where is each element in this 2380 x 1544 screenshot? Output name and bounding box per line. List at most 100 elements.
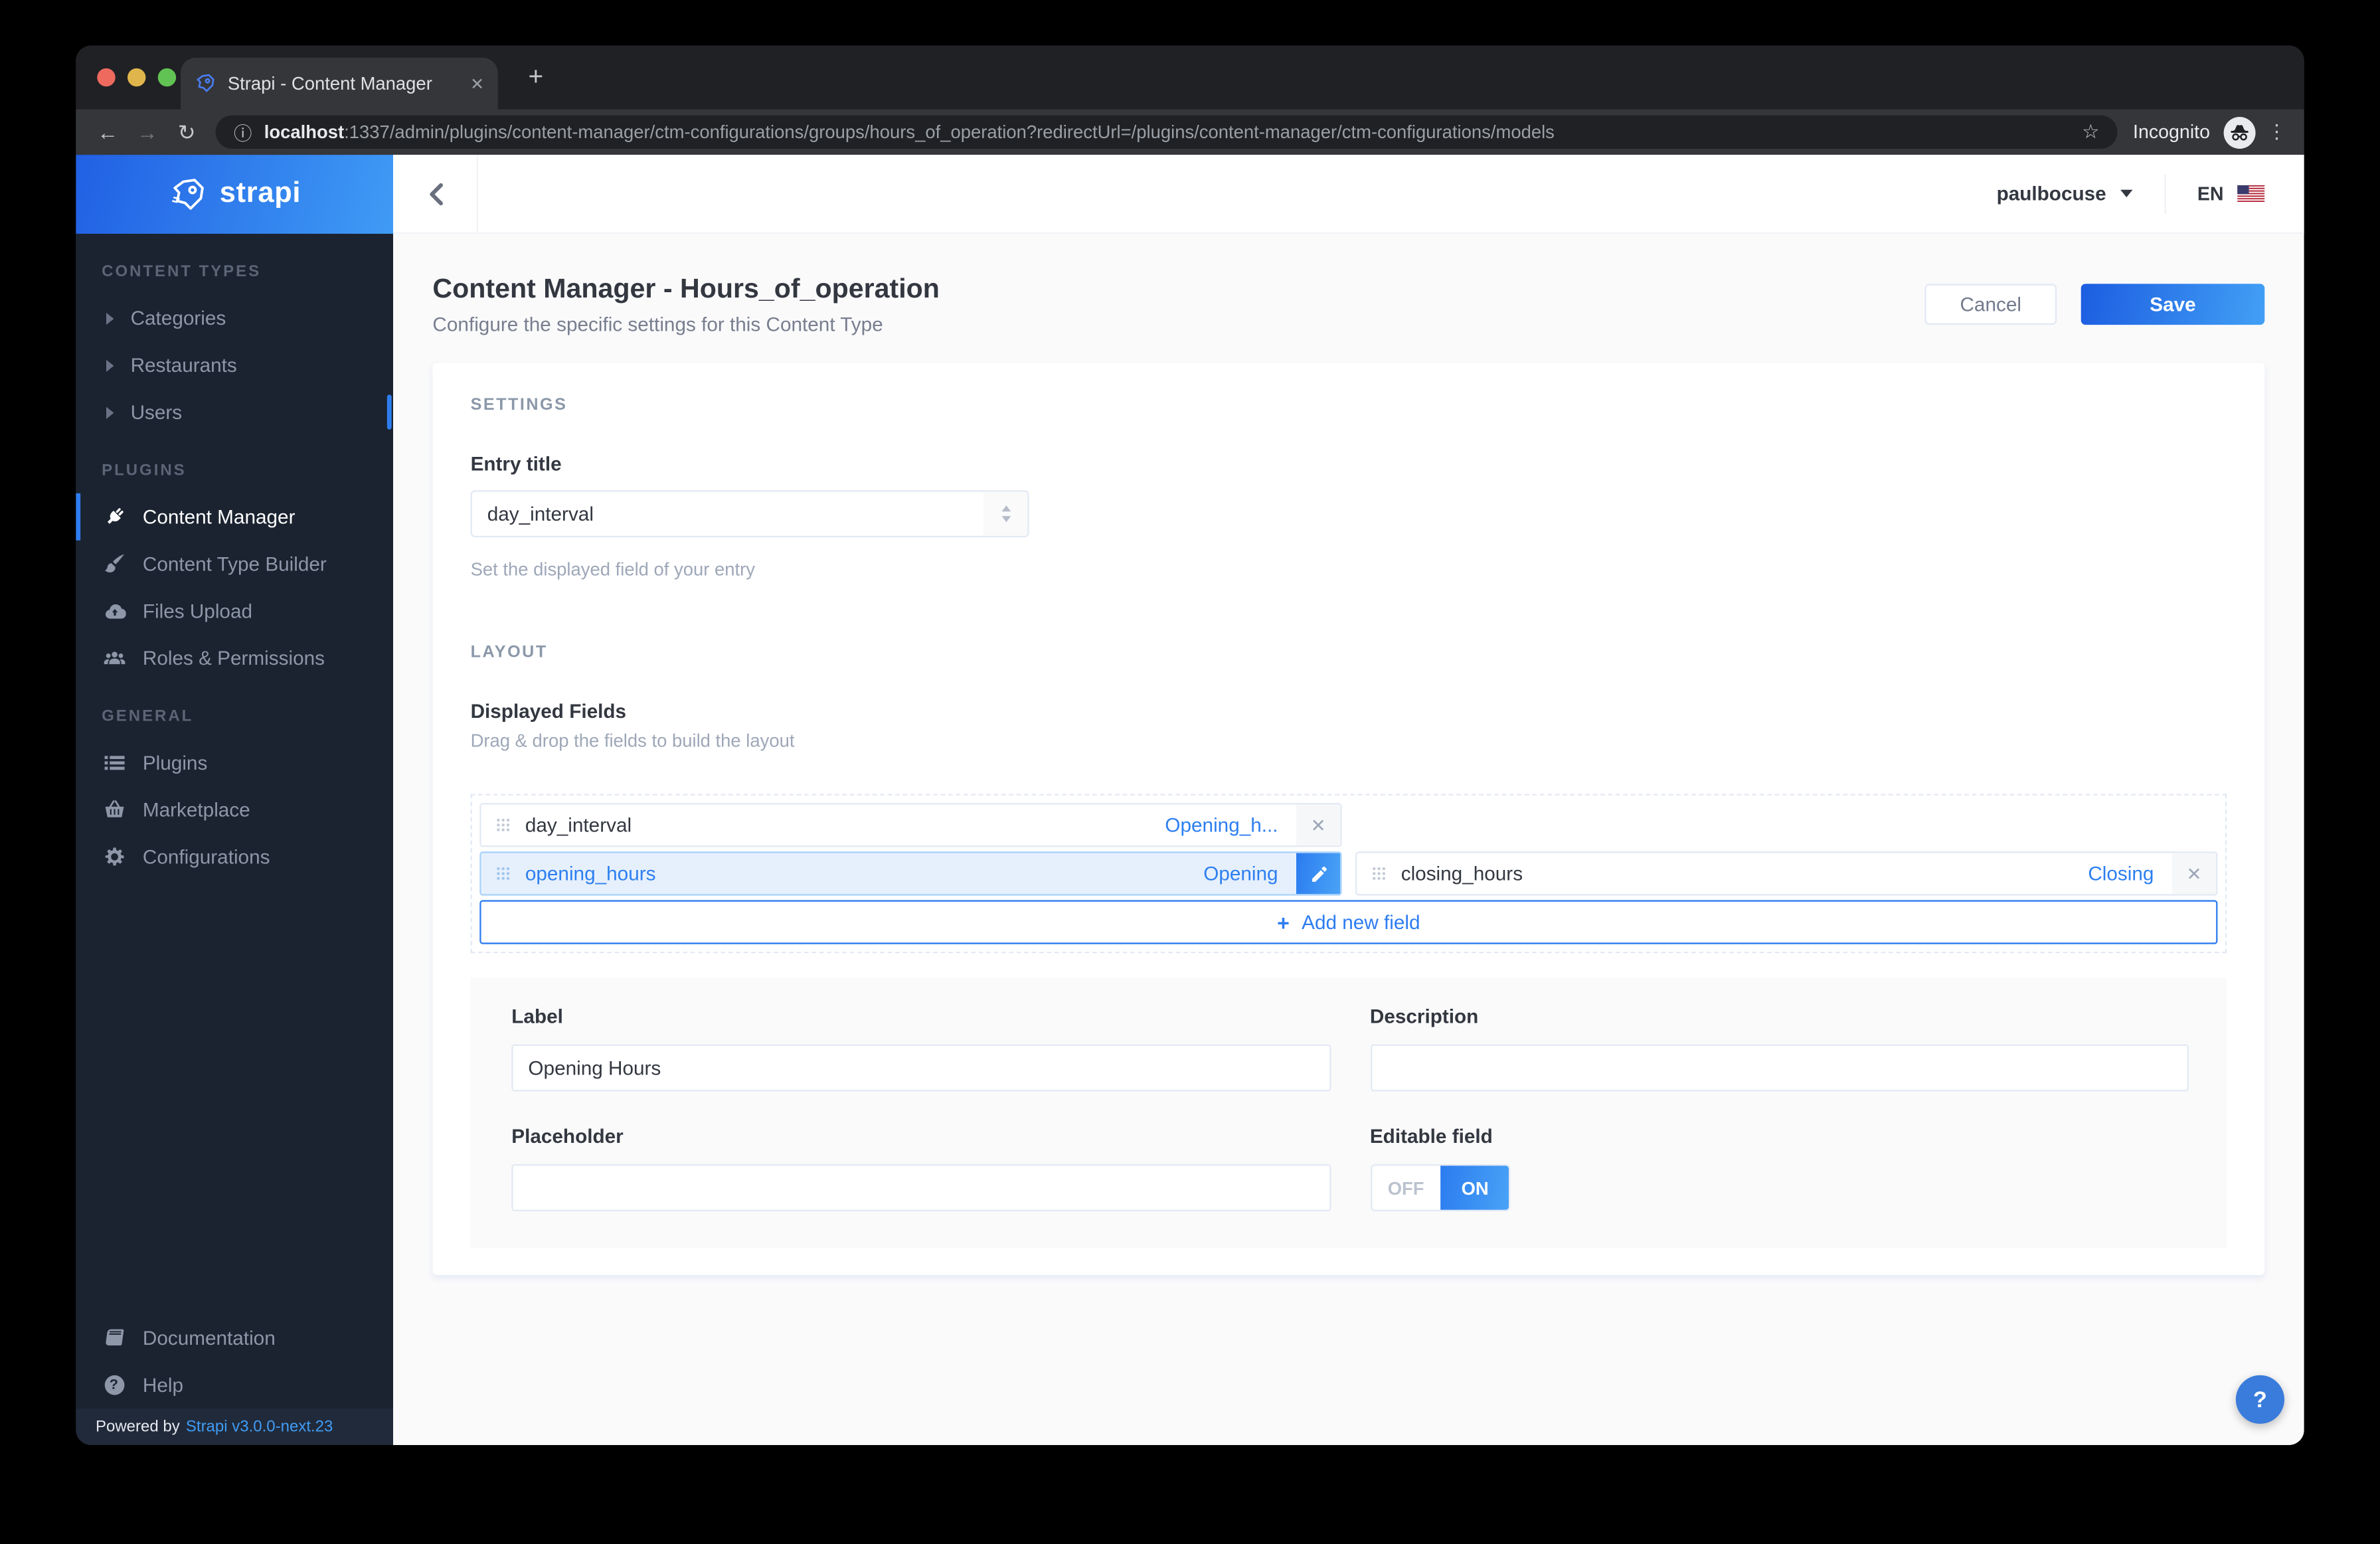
- edit-field-button[interactable]: [1296, 853, 1341, 895]
- screen: Strapi - Content Manager ✕ + ← → ↻ ⓘ loc…: [0, 0, 2380, 1544]
- main-area: paulbocuse EN Content Manager - Hours_of…: [392, 155, 2304, 1445]
- sidebar-item-categories[interactable]: Categories: [76, 294, 393, 341]
- strapi-wordmark: strapi: [219, 177, 301, 210]
- caret-right-icon: [106, 359, 114, 371]
- url-host: localhost: [264, 121, 345, 143]
- section-title-content-types: CONTENT TYPES: [102, 262, 262, 281]
- add-new-field-button[interactable]: + Add new field: [479, 900, 2218, 944]
- add-new-field-label: Add new field: [1302, 910, 1420, 934]
- new-tab-button[interactable]: +: [519, 60, 552, 94]
- chevron-down-icon: [2120, 189, 2132, 198]
- plug-icon: [102, 505, 126, 528]
- caret-right-icon: [106, 406, 114, 418]
- field-name: opening_hours: [525, 862, 656, 885]
- sidebar: strapi CONTENT TYPES Categories Restaura…: [76, 155, 393, 1445]
- plus-icon: +: [1277, 910, 1290, 934]
- field-settings-panel: Label Description Placeholder: [470, 977, 2227, 1248]
- sidebar-bottom: Documentation ? Help Powered by Strapi v…: [76, 1314, 393, 1445]
- entry-title-select[interactable]: day_interval: [470, 490, 1029, 538]
- sidebar-item-users[interactable]: Users: [76, 388, 393, 436]
- address-bar[interactable]: ⓘ localhost:1337/admin/plugins/content-m…: [215, 115, 2118, 149]
- field-tag: Closing: [2088, 862, 2154, 885]
- sidebar-item-content-type-builder[interactable]: Content Type Builder: [76, 541, 393, 588]
- caret-right-icon: [106, 311, 114, 324]
- entry-title-help: Set the displayed field of your entry: [470, 558, 756, 580]
- drag-handle-icon[interactable]: [481, 853, 525, 895]
- powered-by: Powered by Strapi v3.0.0-next.23: [76, 1409, 393, 1445]
- tab-close-icon[interactable]: ✕: [470, 74, 484, 93]
- description-field-label: Description: [1369, 1005, 1479, 1028]
- field-box-closing-hours[interactable]: closing_hours Closing ✕: [1355, 851, 2218, 896]
- sidebar-item-files-upload[interactable]: Files Upload: [76, 588, 393, 635]
- page-content: Content Manager - Hours_of_operation Con…: [393, 234, 2304, 1445]
- sidebar-item-configurations[interactable]: Configurations: [76, 833, 393, 881]
- toggle-off-option[interactable]: OFF: [1371, 1165, 1440, 1209]
- description-input[interactable]: [1369, 1044, 2189, 1092]
- sidebar-item-label: Content Type Builder: [142, 552, 327, 576]
- user-menu[interactable]: paulbocuse: [1997, 182, 2132, 205]
- field-box-day-interval[interactable]: day_interval Opening_h... ✕: [479, 803, 1342, 847]
- sidebar-item-help[interactable]: ? Help: [76, 1361, 393, 1409]
- displayed-fields-title: Displayed Fields: [470, 699, 627, 723]
- sidebar-item-documentation[interactable]: Documentation: [76, 1314, 393, 1361]
- chevron-left-icon: [426, 181, 444, 206]
- us-flag-icon: [2237, 185, 2265, 202]
- field-name: day_interval: [525, 814, 632, 837]
- strapi-version-link[interactable]: Strapi v3.0.0-next.23: [186, 1418, 333, 1436]
- browser-menu-icon[interactable]: ⋮: [2262, 120, 2292, 145]
- minimize-window-button[interactable]: [127, 68, 146, 87]
- settings-section-title: SETTINGS: [470, 396, 568, 414]
- displayed-fields-help: Drag & drop the fields to build the layo…: [470, 730, 795, 752]
- help-fab-button[interactable]: ?: [2235, 1375, 2284, 1424]
- forward-icon[interactable]: →: [128, 120, 167, 145]
- sidebar-item-label: Content Manager: [142, 505, 296, 529]
- sidebar-item-label: Marketplace: [142, 798, 250, 821]
- tab-title: Strapi - Content Manager: [227, 72, 432, 94]
- sidebar-item-label: Plugins: [142, 751, 208, 774]
- back-icon[interactable]: ←: [88, 120, 128, 145]
- remove-field-icon[interactable]: ✕: [1296, 804, 1341, 846]
- site-info-icon[interactable]: ⓘ: [234, 119, 252, 145]
- sidebar-item-label: Configurations: [142, 845, 270, 869]
- username: paulbocuse: [1996, 182, 2106, 205]
- placeholder-input[interactable]: [511, 1164, 1331, 1211]
- sidebar-item-label: Help: [142, 1373, 183, 1397]
- browser-tab[interactable]: Strapi - Content Manager ✕: [180, 57, 498, 110]
- section-title-general: GENERAL: [102, 707, 194, 726]
- sidebar-item-content-manager[interactable]: Content Manager: [76, 493, 393, 541]
- tab-strip: Strapi - Content Manager ✕ +: [76, 45, 2304, 110]
- language-switcher[interactable]: EN: [2197, 183, 2265, 204]
- sidebar-item-restaurants[interactable]: Restaurants: [76, 341, 393, 388]
- toggle-on-option[interactable]: ON: [1440, 1165, 1508, 1210]
- bookmark-star-icon[interactable]: ☆: [2082, 120, 2100, 145]
- field-box-opening-hours[interactable]: opening_hours Opening: [479, 851, 1342, 896]
- sidebar-item-roles-permissions[interactable]: Roles & Permissions: [76, 634, 393, 681]
- page-title: Content Manager - Hours_of_operation: [432, 273, 940, 304]
- drag-handle-icon[interactable]: [481, 804, 525, 845]
- close-window-button[interactable]: [97, 68, 116, 87]
- editable-field-label: Editable field: [1369, 1124, 1493, 1148]
- incognito-label: Incognito: [2133, 121, 2210, 143]
- sidebar-item-marketplace[interactable]: Marketplace: [76, 786, 393, 833]
- entry-title-label: Entry title: [470, 452, 562, 475]
- field-tag: Opening_h...: [1165, 814, 1278, 837]
- sidebar-nav: CONTENT TYPES Categories Restaurants Use…: [76, 234, 393, 1314]
- settings-card: SETTINGS Entry title day_interval Set th…: [432, 363, 2265, 1275]
- incognito-icon: [2223, 116, 2256, 148]
- strapi-rocket-icon: [168, 175, 206, 213]
- sidebar-item-plugins[interactable]: Plugins: [76, 739, 393, 786]
- field-tag: Opening: [1203, 862, 1278, 885]
- label-input[interactable]: [511, 1044, 1331, 1092]
- remove-field-icon[interactable]: ✕: [2171, 853, 2217, 895]
- drag-handle-icon[interactable]: [1357, 853, 1401, 895]
- strapi-logo[interactable]: strapi: [76, 155, 393, 234]
- cancel-button[interactable]: Cancel: [1924, 284, 2057, 325]
- paintbrush-icon: [102, 553, 126, 575]
- save-button[interactable]: Save: [2081, 284, 2265, 325]
- browser-window: Strapi - Content Manager ✕ + ← → ↻ ⓘ loc…: [76, 45, 2304, 1445]
- zoom-window-button[interactable]: [157, 68, 177, 87]
- fields-dropzone: day_interval Opening_h... ✕ opening_hour…: [470, 794, 2227, 954]
- sidebar-scroll-indicator[interactable]: [386, 394, 392, 430]
- reload-icon[interactable]: ↻: [167, 119, 206, 145]
- back-button[interactable]: [393, 155, 478, 232]
